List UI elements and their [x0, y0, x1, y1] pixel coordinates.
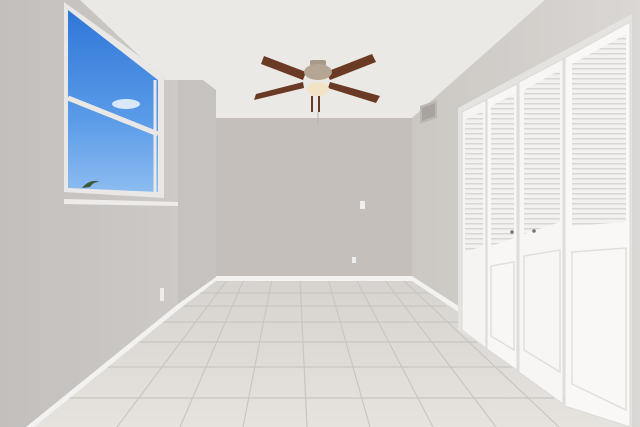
bedroom-photo	[0, 0, 640, 427]
closet-knob-2[interactable]	[532, 229, 536, 233]
louver-panel-4	[572, 34, 626, 226]
louver-panel-2	[491, 94, 514, 246]
fan-motor	[304, 64, 332, 80]
closet-knob-1[interactable]	[510, 230, 514, 234]
wall-outlet	[352, 257, 356, 263]
light-switch-icon	[360, 201, 365, 209]
bedroom-scene	[0, 0, 640, 427]
louver-panel-3	[524, 70, 560, 234]
cloud	[112, 99, 140, 109]
back-wall	[216, 118, 412, 279]
fan-light	[307, 82, 329, 96]
wall-outlet-left	[160, 288, 164, 301]
louver-panel-1	[465, 111, 483, 252]
